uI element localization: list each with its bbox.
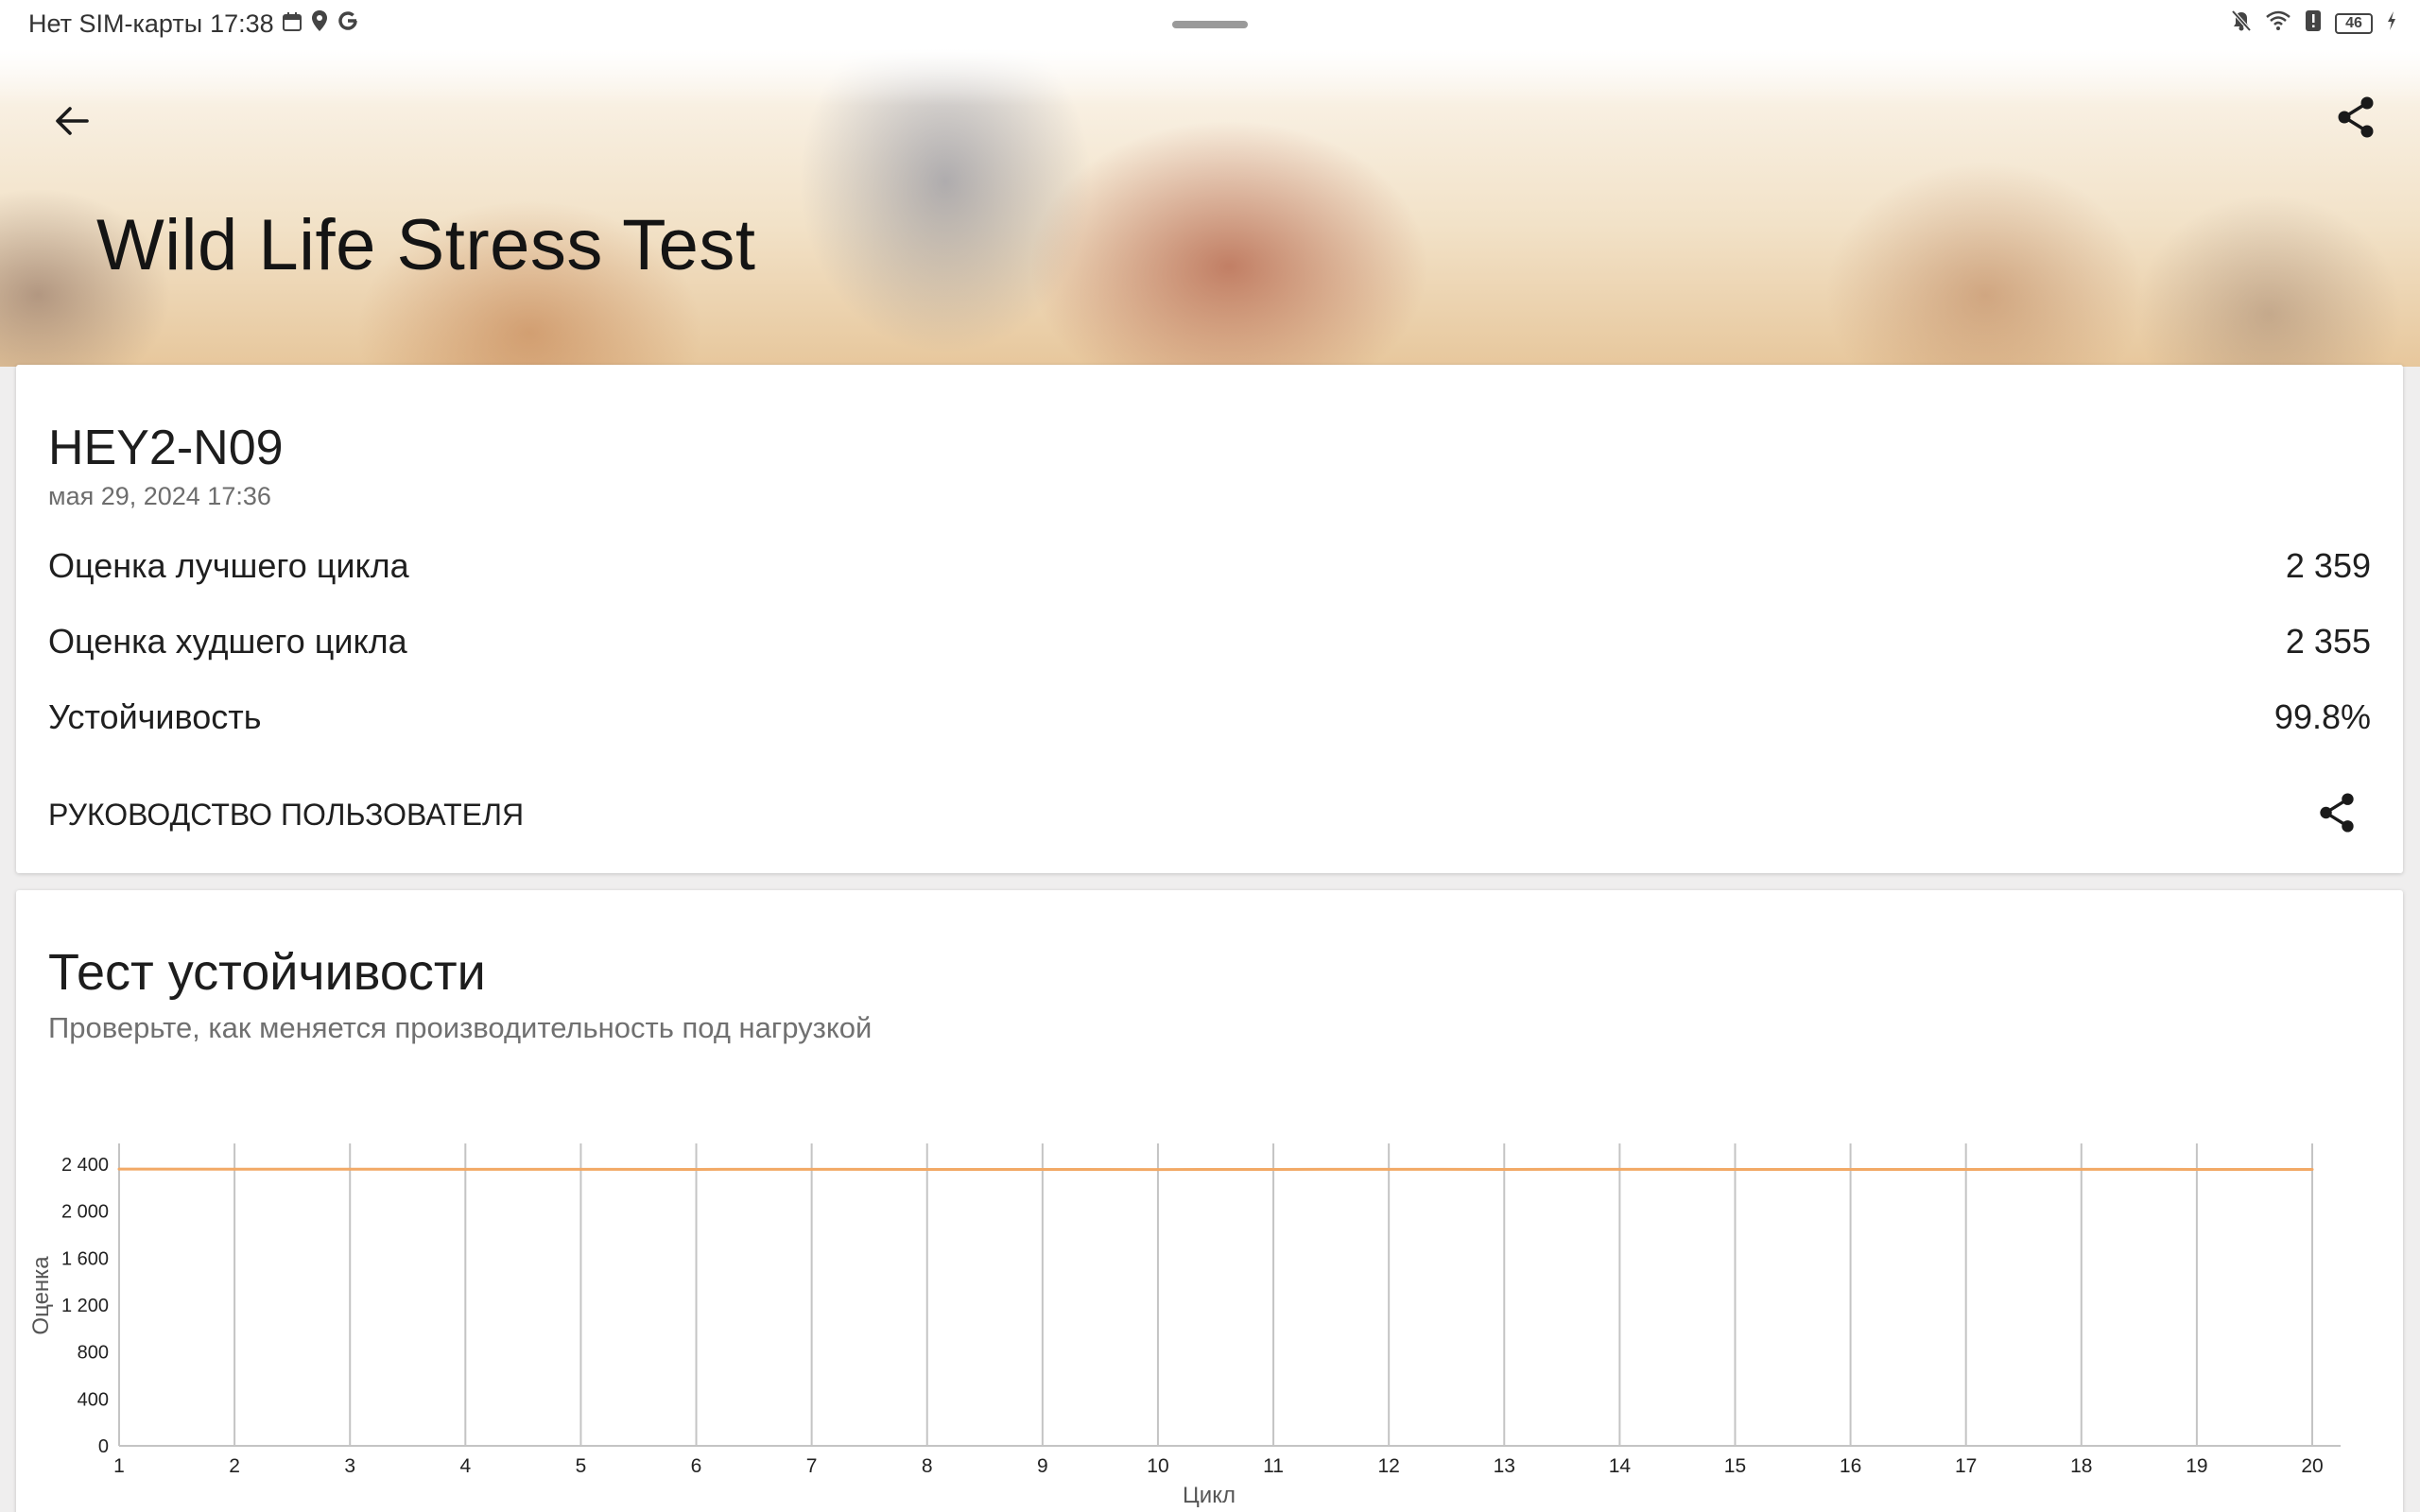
data-point (117, 1167, 121, 1171)
status-left: Нет SIM-карты 17:38 (28, 9, 359, 39)
result-card: HEY2-N09 мая 29, 2024 17:36 Оценка лучше… (16, 365, 2403, 873)
x-tick-label: 7 (806, 1455, 818, 1477)
stability-label: Устойчивость (48, 697, 262, 736)
best-loop-value: 2 359 (2285, 546, 2371, 585)
data-point (1733, 1167, 1737, 1171)
share-button[interactable] (2325, 87, 2386, 147)
data-point (695, 1167, 699, 1171)
worst-loop-value: 2 355 (2285, 622, 2371, 661)
share-icon (2320, 793, 2354, 833)
worst-loop-row: Оценка худшего цикла 2 355 (48, 618, 2371, 665)
y-tick-label: 0 (98, 1436, 109, 1457)
result-date: мая 29, 2024 17:36 (48, 482, 271, 510)
status-right: 46 (2231, 9, 2397, 38)
stability-card: Тест устойчивости Проверьте, как меняетс… (16, 890, 2403, 1512)
x-tick-label: 18 (2070, 1455, 2092, 1477)
alert-icon (2305, 9, 2322, 38)
stability-value: 99.8% (2273, 697, 2371, 736)
status-bar: Нет SIM-карты 17:38 46 (0, 0, 2420, 49)
battery-indicator: 46 (2335, 13, 2373, 34)
x-tick-label: 16 (1840, 1455, 1861, 1477)
data-point (925, 1167, 929, 1171)
mute-icon (2231, 9, 2252, 38)
x-tick-label: 6 (691, 1455, 702, 1477)
x-tick-label: 2 (229, 1455, 240, 1477)
y-tick-label: 800 (78, 1343, 109, 1364)
x-axis-label: Цикл (1183, 1483, 1236, 1508)
x-tick-label: 17 (1955, 1455, 1977, 1477)
data-point (2195, 1167, 2199, 1171)
x-tick-label: 15 (1724, 1455, 1746, 1477)
data-point (1387, 1167, 1391, 1171)
data-point (2310, 1167, 2314, 1171)
data-point (348, 1167, 352, 1171)
data-point (463, 1167, 467, 1171)
data-point (1964, 1167, 1968, 1171)
data-point (579, 1167, 582, 1171)
arrow-left-icon (56, 107, 89, 135)
y-tick-label: 2 400 (61, 1155, 109, 1176)
back-button[interactable] (42, 91, 102, 151)
x-tick-label: 3 (344, 1455, 355, 1477)
hero-banner: Wild Life Stress Test (0, 49, 2420, 367)
best-loop-label: Оценка лучшего цикла (48, 546, 409, 585)
data-point (2080, 1167, 2083, 1171)
y-axis-label: Оценка (28, 1256, 54, 1335)
x-tick-label: 9 (1037, 1455, 1048, 1477)
data-point (1271, 1167, 1275, 1171)
share-result-button[interactable] (2308, 784, 2365, 841)
drag-handle[interactable] (1172, 21, 1248, 28)
location-icon (310, 9, 329, 39)
data-point (1617, 1167, 1621, 1171)
x-tick-label: 8 (922, 1455, 933, 1477)
x-tick-label: 11 (1263, 1455, 1284, 1477)
data-point (1041, 1167, 1045, 1171)
wifi-icon (2265, 10, 2291, 37)
carrier-text: Нет SIM-карты (28, 9, 203, 38)
stability-row: Устойчивость 99.8% (48, 694, 2371, 741)
charging-icon (2386, 10, 2397, 37)
stability-chart: 04008001 2001 6002 0002 4001 2 3 4 5 6 7 8 9 10 11… (28, 1143, 2341, 1508)
x-tick-label: 5 (576, 1455, 587, 1477)
x-tick-label: 19 (2186, 1455, 2207, 1477)
clock: 17:38 (210, 9, 274, 38)
data-point (1849, 1167, 1853, 1171)
y-tick-label: 1 200 (61, 1296, 109, 1316)
calendar-icon (282, 9, 302, 39)
y-tick-label: 1 600 (61, 1248, 109, 1269)
x-tick-label: 12 (1377, 1455, 1399, 1477)
x-tick-label: 4 (459, 1455, 471, 1477)
page-title: Wild Life Stress Test (96, 205, 756, 285)
worst-loop-label: Оценка худшего цикла (48, 622, 407, 661)
data-point (1156, 1168, 1160, 1172)
x-tick-label: 20 (2301, 1455, 2323, 1477)
user-guide-link[interactable]: РУКОВОДСТВО ПОЛЬЗОВАТЕЛЯ (48, 798, 524, 833)
share-icon (2338, 96, 2374, 138)
data-point (1502, 1167, 1506, 1171)
x-tick-label: 10 (1147, 1455, 1168, 1477)
device-name: HEY2-N09 (48, 421, 284, 475)
x-tick-label: 14 (1609, 1455, 1632, 1477)
data-point (810, 1167, 814, 1171)
best-loop-row: Оценка лучшего цикла 2 359 (48, 542, 2371, 590)
y-tick-label: 2 000 (61, 1202, 109, 1223)
x-tick-label: 1 (113, 1455, 125, 1477)
x-tick-label: 13 (1494, 1455, 1515, 1477)
google-icon (337, 9, 359, 39)
y-tick-label: 400 (78, 1389, 109, 1410)
data-point (233, 1167, 236, 1171)
